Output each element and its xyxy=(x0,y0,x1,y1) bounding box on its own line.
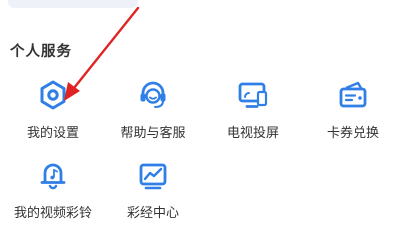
coupon-wallet-icon xyxy=(339,81,367,108)
section-title: 个人服务 xyxy=(10,44,72,60)
service-help-support[interactable]: 帮助与客服 xyxy=(103,78,203,141)
service-label: 卡券兑换 xyxy=(326,126,379,141)
service-label: 我的视频彩铃 xyxy=(13,206,92,221)
service-label: 彩经中心 xyxy=(126,206,179,221)
hexagon-gear-icon xyxy=(40,80,66,110)
service-label: 我的设置 xyxy=(26,126,79,141)
service-label: 帮助与客服 xyxy=(120,126,186,141)
service-video-ringtone[interactable]: 我的视频彩铃 xyxy=(3,158,103,221)
service-my-settings[interactable]: 我的设置 xyxy=(3,78,103,141)
service-label: 电视投屏 xyxy=(226,126,279,141)
tv-cast-icon xyxy=(238,82,268,108)
service-tv-cast[interactable]: 电视投屏 xyxy=(203,78,303,141)
bell-music-icon xyxy=(40,163,66,190)
top-banner-edge xyxy=(8,0,138,8)
trend-chart-icon xyxy=(139,163,167,190)
service-lottery-center[interactable]: 彩经中心 xyxy=(103,158,203,221)
headset-icon xyxy=(140,81,166,108)
service-coupon-redeem[interactable]: 卡券兑换 xyxy=(303,78,400,141)
